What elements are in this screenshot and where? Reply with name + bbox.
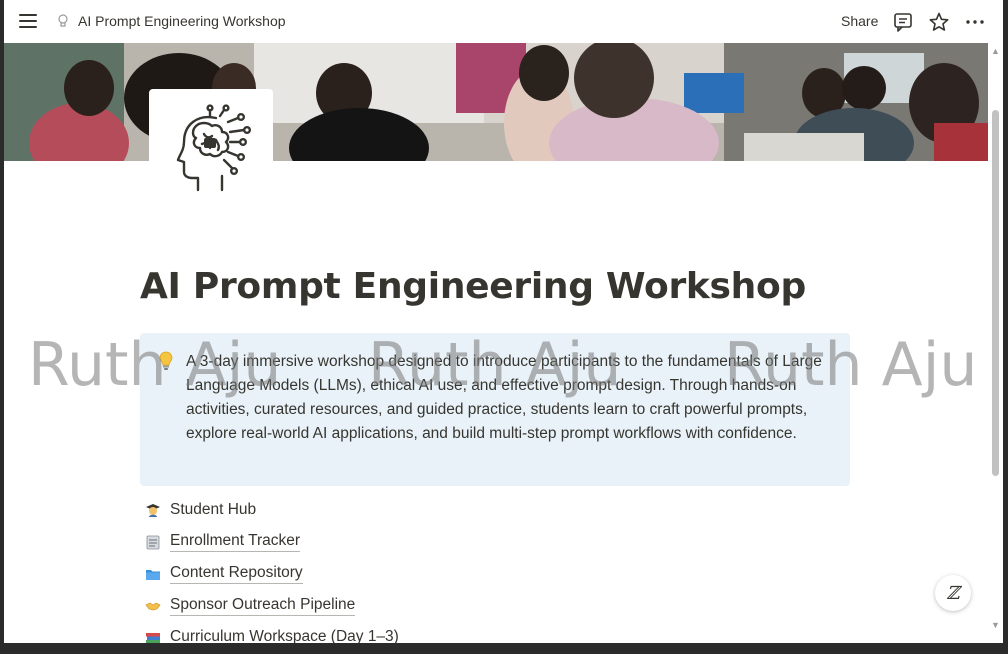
breadcrumb-title[interactable]: AI Prompt Engineering Workshop: [78, 13, 286, 29]
scrollbar-thumb[interactable]: [992, 110, 999, 476]
subpage-link-enrollment-tracker[interactable]: Enrollment Tracker: [144, 526, 644, 558]
breadcrumb-page-icon: [56, 13, 70, 30]
subpage-label[interactable]: Sponsor Outreach Pipeline: [170, 596, 356, 616]
subpage-label[interactable]: Content Repository: [170, 564, 303, 584]
scroll-down-arrow-icon[interactable]: ▼: [991, 620, 1000, 630]
books-icon: [144, 630, 162, 643]
subpage-list: Student Hub Enrollment Tracker Content R…: [144, 494, 644, 643]
handshake-icon: [144, 598, 162, 614]
page-icon[interactable]: [149, 89, 273, 209]
brain-circuit-icon: [176, 104, 251, 192]
callout-text[interactable]: A 3-day immersive workshop designed to i…: [186, 350, 836, 446]
notepad-icon: [144, 534, 162, 550]
share-button[interactable]: Share: [841, 13, 878, 29]
top-bar: AI Prompt Engineering Workshop Share: [4, 0, 1003, 43]
subpage-link-content-repository[interactable]: Content Repository: [144, 558, 644, 590]
comment-icon[interactable]: [892, 11, 914, 33]
more-horizontal-icon[interactable]: [964, 11, 986, 33]
student-icon: [144, 502, 162, 518]
subpage-link-sponsor-outreach[interactable]: Sponsor Outreach Pipeline: [144, 590, 644, 622]
lightbulb-icon: [158, 351, 174, 371]
subpage-link-student-hub[interactable]: Student Hub: [144, 494, 644, 526]
page-title[interactable]: AI Prompt Engineering Workshop: [140, 266, 806, 307]
star-icon[interactable]: [928, 11, 950, 33]
subpage-label[interactable]: Enrollment Tracker: [170, 532, 301, 552]
description-callout[interactable]: A 3-day immersive workshop designed to i…: [140, 333, 850, 486]
subpage-link-curriculum-workspace[interactable]: Curriculum Workspace (Day 1–3): [144, 622, 644, 643]
app-window: AI Prompt Engineering Workshop Share AI …: [4, 0, 1003, 643]
scroll-up-arrow-icon[interactable]: ▲: [991, 46, 1000, 56]
hamburger-icon[interactable]: [18, 12, 38, 30]
subpage-label[interactable]: Curriculum Workspace (Day 1–3): [170, 628, 399, 643]
subpage-label[interactable]: Student Hub: [170, 501, 256, 519]
folder-icon: [144, 566, 162, 582]
notion-ai-icon: ℤ: [946, 582, 960, 604]
notion-ai-button[interactable]: ℤ: [935, 575, 971, 611]
